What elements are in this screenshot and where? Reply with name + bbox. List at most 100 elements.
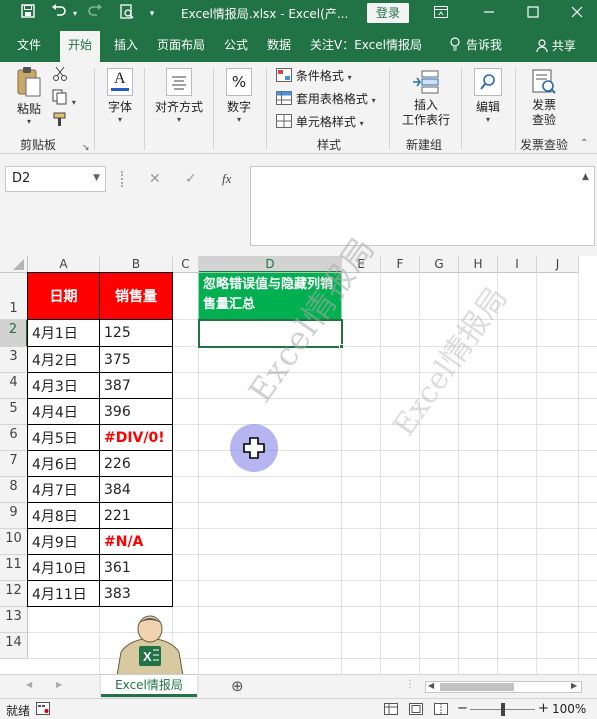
sales-cell[interactable]: 375 bbox=[99, 346, 173, 373]
enter-icon[interactable]: ✓ bbox=[185, 171, 197, 187]
name-box-dropdown-icon[interactable]: ▼ bbox=[93, 173, 100, 183]
save-icon[interactable] bbox=[18, 4, 38, 24]
name-box[interactable]: D2 ▼ bbox=[5, 166, 106, 192]
select-all-corner[interactable] bbox=[0, 256, 28, 273]
horizontal-scrollbar[interactable] bbox=[425, 681, 582, 693]
formula-input[interactable] bbox=[250, 166, 595, 246]
date-cell[interactable]: 4月11日 bbox=[27, 580, 100, 607]
font-button[interactable]: A 字体 ▾ bbox=[102, 68, 138, 124]
customize-toolbar-icon[interactable]: ▾ bbox=[146, 4, 158, 24]
row-header-5[interactable]: 5 bbox=[0, 399, 28, 425]
prev-sheet-icon[interactable]: ◀ bbox=[26, 680, 32, 689]
date-cell[interactable]: 4月9日 bbox=[27, 528, 100, 555]
fill-handle[interactable] bbox=[339, 344, 344, 349]
date-cell[interactable]: 4月1日 bbox=[27, 319, 100, 347]
undo-icon[interactable] bbox=[50, 4, 68, 24]
paste-dropdown-icon[interactable]: ▾ bbox=[12, 117, 46, 126]
date-cell[interactable]: 4月2日 bbox=[27, 346, 100, 373]
minimize-icon[interactable] bbox=[480, 4, 498, 24]
error-value-cell[interactable]: #N/A bbox=[99, 528, 173, 555]
row-header-6[interactable]: 6 bbox=[0, 425, 28, 451]
sheet-tab-active[interactable]: Excel情报局 bbox=[101, 675, 197, 697]
next-sheet-icon[interactable]: ▶ bbox=[56, 680, 62, 689]
sales-cell[interactable]: 387 bbox=[99, 372, 173, 399]
editing-button[interactable]: 编辑 ▾ bbox=[470, 68, 506, 124]
page-break-view-icon[interactable] bbox=[434, 703, 448, 718]
maximize-icon[interactable] bbox=[524, 4, 542, 24]
cut-button[interactable] bbox=[52, 66, 68, 86]
row-header-12[interactable]: 12 bbox=[0, 581, 28, 607]
column-header-H[interactable]: H bbox=[459, 256, 498, 273]
row-header-3[interactable]: 3 bbox=[0, 347, 28, 373]
number-button[interactable]: % 数字 ▾ bbox=[221, 68, 257, 124]
date-cell[interactable]: 4月7日 bbox=[27, 476, 100, 503]
tab-formulas[interactable]: 公式 bbox=[224, 36, 248, 53]
scroll-right-icon[interactable]: ▶ bbox=[571, 681, 577, 690]
tab-data[interactable]: 数据 bbox=[267, 36, 291, 53]
sales-cell[interactable]: 221 bbox=[99, 502, 173, 529]
header-cell-date[interactable]: 日期 bbox=[27, 272, 100, 320]
column-header-B[interactable]: B bbox=[100, 256, 173, 273]
header-cell-sales[interactable]: 销售量 bbox=[99, 272, 173, 320]
scrollbar-thumb[interactable] bbox=[440, 683, 514, 691]
tell-me-search[interactable]: 告诉我 bbox=[466, 36, 502, 53]
date-cell[interactable]: 4月3日 bbox=[27, 372, 100, 399]
redo-icon[interactable] bbox=[86, 4, 104, 24]
cancel-icon[interactable]: ✕ bbox=[149, 171, 161, 187]
row-header-9[interactable]: 9 bbox=[0, 503, 28, 529]
row-header-7[interactable]: 7 bbox=[0, 451, 28, 477]
page-layout-view-icon[interactable] bbox=[409, 703, 423, 718]
undo-dropdown-icon[interactable]: ▾ bbox=[70, 4, 80, 24]
date-cell[interactable]: 4月6日 bbox=[27, 450, 100, 477]
row-header-10[interactable]: 10 bbox=[0, 529, 28, 555]
add-sheet-button[interactable]: ⊕ bbox=[231, 677, 244, 695]
sales-cell[interactable]: 226 bbox=[99, 450, 173, 477]
print-preview-icon[interactable] bbox=[118, 4, 136, 24]
sales-cell[interactable]: 361 bbox=[99, 554, 173, 581]
date-cell[interactable]: 4月10日 bbox=[27, 554, 100, 581]
row-header-2[interactable]: 2 bbox=[0, 320, 28, 347]
sales-cell[interactable]: 125 bbox=[99, 319, 173, 347]
tab-file[interactable]: 文件 bbox=[17, 36, 41, 53]
tab-insert[interactable]: 插入 bbox=[114, 36, 138, 53]
format-painter-button[interactable] bbox=[52, 112, 68, 132]
insert-sheet-rows-button[interactable]: 插入 工作表行 bbox=[398, 68, 454, 128]
tab-split-grip[interactable]: ⋮ bbox=[405, 679, 415, 690]
zoom-in-button[interactable]: + bbox=[538, 701, 549, 716]
zoom-slider-thumb[interactable] bbox=[501, 703, 505, 716]
macro-record-icon[interactable] bbox=[36, 702, 50, 718]
date-cell[interactable]: 4月4日 bbox=[27, 398, 100, 425]
lightbulb-icon[interactable] bbox=[449, 37, 461, 51]
column-header-J[interactable]: J bbox=[537, 256, 579, 273]
sales-cell[interactable]: 383 bbox=[99, 580, 173, 607]
copy-button[interactable]: ▾ bbox=[52, 89, 76, 109]
zoom-out-button[interactable]: − bbox=[457, 701, 468, 716]
tab-page-layout[interactable]: 页面布局 bbox=[157, 36, 205, 53]
formula-expand-icon[interactable]: ▲ bbox=[582, 172, 589, 182]
row-header-8[interactable]: 8 bbox=[0, 477, 28, 503]
cell-styles-button[interactable]: 单元格样式 ▾ bbox=[276, 112, 364, 132]
row-header-13[interactable]: 13 bbox=[0, 607, 28, 633]
paste-button[interactable]: 粘贴 ▾ bbox=[12, 66, 46, 126]
date-cell[interactable]: 4月5日 bbox=[27, 424, 100, 451]
row-header-11[interactable]: 11 bbox=[0, 555, 28, 581]
insert-function-icon[interactable]: fx bbox=[222, 171, 231, 187]
conditional-format-button[interactable]: 条件格式 ▾ bbox=[276, 66, 352, 86]
share-button[interactable]: 共享 bbox=[536, 37, 576, 54]
tab-home[interactable]: 开始 bbox=[60, 31, 101, 62]
login-button[interactable]: 登录 bbox=[367, 3, 409, 23]
row-header-1[interactable]: 1 bbox=[0, 273, 28, 320]
row-header-4[interactable]: 4 bbox=[0, 373, 28, 399]
collapse-ribbon-icon[interactable]: ⌃ bbox=[580, 134, 588, 154]
normal-view-icon[interactable] bbox=[384, 703, 398, 718]
close-icon[interactable] bbox=[568, 4, 586, 24]
column-header-I[interactable]: I bbox=[498, 256, 537, 273]
error-value-cell[interactable]: #DIV/0! bbox=[99, 424, 173, 451]
row-header-14[interactable]: 14 bbox=[0, 633, 28, 659]
format-as-table-button[interactable]: 套用表格格式 ▾ bbox=[276, 89, 376, 109]
date-cell[interactable]: 4月8日 bbox=[27, 502, 100, 529]
sales-cell[interactable]: 384 bbox=[99, 476, 173, 503]
tab-follow[interactable]: 关注V：Excel情报局 bbox=[310, 36, 422, 53]
column-header-A[interactable]: A bbox=[28, 256, 100, 273]
column-header-F[interactable]: F bbox=[381, 256, 420, 273]
